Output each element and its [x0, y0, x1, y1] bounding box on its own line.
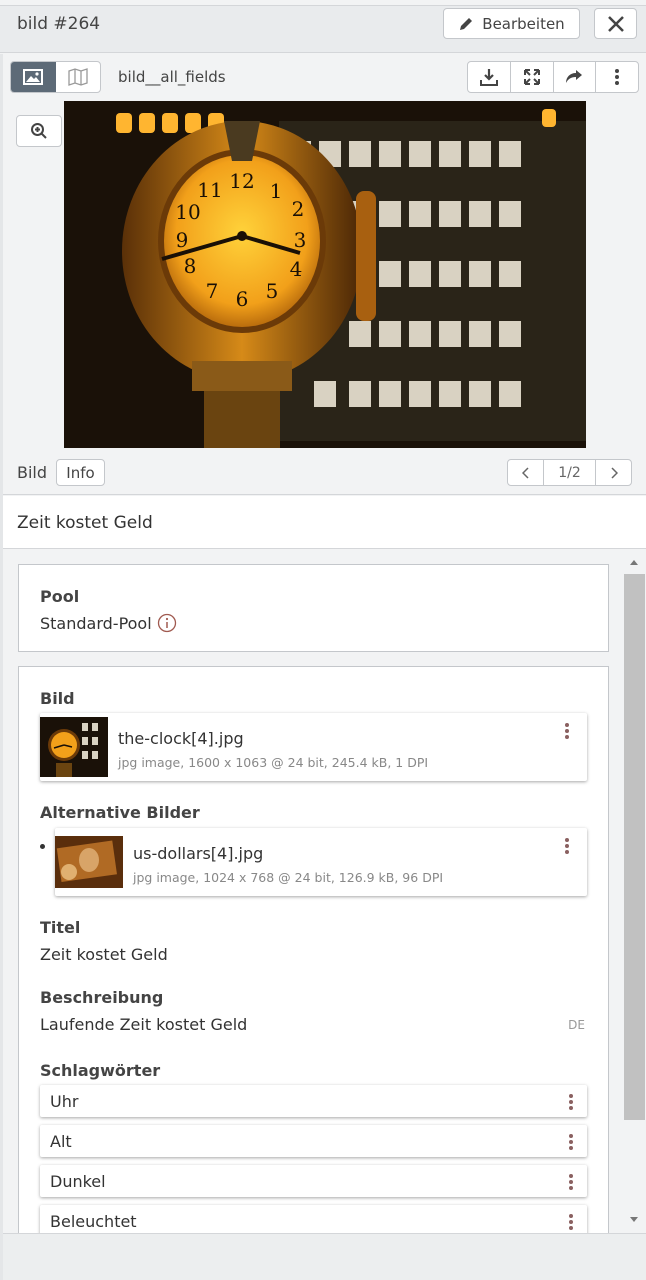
- map-view-tab[interactable]: [56, 62, 101, 92]
- map-icon: [68, 68, 88, 86]
- download-button[interactable]: [468, 62, 511, 92]
- expand-icon: [523, 69, 540, 85]
- view-switch: [10, 61, 101, 93]
- edit-button[interactable]: Bearbeiten: [443, 8, 580, 39]
- bild-file-meta: jpg image, 1600 x 1063 @ 24 bit, 245.4 k…: [118, 755, 429, 770]
- keyword-item[interactable]: Uhr: [40, 1085, 587, 1117]
- detail-content: Pool Standard-Pool Bild the-clock[4].jpg…: [3, 550, 623, 1233]
- alt-bild-file-meta: jpg image, 1024 x 768 @ 24 bit, 126.9 kB…: [133, 870, 444, 885]
- pool-value: Standard-Pool: [40, 613, 177, 633]
- svg-text:9: 9: [176, 228, 189, 252]
- alt-bilder-label: Alternative Bilder: [40, 803, 200, 822]
- svg-text:12: 12: [229, 169, 254, 193]
- titel-value: Zeit kostet Geld: [40, 945, 168, 964]
- record-title-row: Zeit kostet Geld: [3, 496, 646, 549]
- more-vertical-icon[interactable]: [569, 1134, 573, 1152]
- pool-label: Pool: [40, 587, 80, 606]
- more-menu-button[interactable]: [596, 62, 638, 92]
- fields-panel: Bild the-clock[4].jpg jpg image, 1600 x …: [18, 666, 609, 1233]
- image-icon: [23, 69, 44, 85]
- more-vertical-icon[interactable]: [569, 1214, 573, 1232]
- keyword-text: Uhr: [50, 1092, 79, 1111]
- bild-label: Bild: [40, 689, 75, 708]
- language-badge: DE: [568, 1018, 585, 1032]
- pencil-icon: [460, 17, 473, 30]
- info-button[interactable]: Info: [56, 459, 105, 486]
- keyword-text: Alt: [50, 1132, 72, 1151]
- svg-text:10: 10: [175, 200, 200, 224]
- pool-value-text: Standard-Pool: [40, 614, 152, 633]
- version-pager: 1/2: [507, 459, 632, 486]
- keyword-text: Dunkel: [50, 1172, 106, 1191]
- keyword-item[interactable]: Alt: [40, 1125, 587, 1157]
- svg-text:11: 11: [197, 178, 222, 202]
- chevron-right-icon: [610, 466, 618, 479]
- svg-text:6: 6: [236, 287, 249, 311]
- bild-thumbnail: [40, 717, 108, 777]
- list-bullet: [40, 844, 45, 849]
- svg-text:8: 8: [184, 254, 197, 278]
- toolbar: [0, 54, 646, 100]
- keyword-text: Beleuchtet: [50, 1212, 137, 1231]
- more-vertical-icon[interactable]: [569, 1094, 573, 1112]
- svg-text:1: 1: [270, 179, 283, 203]
- share-icon: [566, 70, 583, 83]
- prev-button[interactable]: [508, 460, 543, 485]
- clock-photo: 12 12 3 456789 1011: [64, 101, 586, 448]
- more-vertical-icon[interactable]: [565, 838, 569, 856]
- zoom-button[interactable]: [16, 115, 62, 147]
- svg-text:7: 7: [206, 279, 219, 303]
- record-title: Zeit kostet Geld: [17, 513, 153, 533]
- bild-file-card[interactable]: the-clock[4].jpg jpg image, 1600 x 1063 …: [40, 713, 587, 781]
- left-edge: [0, 54, 3, 1280]
- action-buttons: [467, 61, 639, 93]
- record-title-header: bild #264: [17, 14, 101, 34]
- scrollbar-thumb[interactable]: [624, 574, 645, 1120]
- scroll-down-icon[interactable]: [629, 1216, 639, 1224]
- chevron-left-icon: [521, 466, 529, 479]
- more-vertical-icon: [615, 69, 620, 85]
- close-button[interactable]: [594, 8, 637, 39]
- alt-bild-file-name: us-dollars[4].jpg: [133, 844, 264, 863]
- footer-bar: [3, 1233, 646, 1280]
- page-indicator: 1/2: [543, 460, 596, 485]
- svg-text:4: 4: [290, 257, 303, 281]
- preview-image[interactable]: 12 1 2 3 4 5 6 7 8 9 10 11: [64, 101, 586, 448]
- alt-bild-thumbnail: [55, 836, 123, 888]
- pool-panel: Pool Standard-Pool: [18, 564, 609, 652]
- svg-text:5: 5: [266, 279, 279, 303]
- alt-bild-file-card[interactable]: us-dollars[4].jpg jpg image, 1024 x 768 …: [55, 828, 587, 896]
- fullscreen-button[interactable]: [511, 62, 554, 92]
- share-button[interactable]: [554, 62, 597, 92]
- mask-name: bild__all_fields: [118, 68, 226, 86]
- beschreibung-label: Beschreibung: [40, 988, 164, 1007]
- download-icon: [479, 69, 498, 86]
- svg-text:3: 3: [294, 228, 307, 252]
- version-label: Bild: [17, 463, 48, 482]
- close-icon: [607, 15, 624, 32]
- schlagwoerter-label: Schlagwörter: [40, 1061, 161, 1080]
- zoom-in-icon: [31, 123, 47, 139]
- edit-button-label: Bearbeiten: [482, 14, 565, 33]
- titel-label: Titel: [40, 918, 81, 937]
- beschreibung-value: Laufende Zeit kostet Geld: [40, 1015, 248, 1034]
- keyword-item[interactable]: Beleuchtet: [40, 1205, 587, 1233]
- image-view-tab[interactable]: [11, 62, 56, 92]
- scroll-up-icon[interactable]: [629, 558, 639, 566]
- bild-file-name: the-clock[4].jpg: [118, 729, 244, 748]
- svg-text:2: 2: [292, 197, 305, 221]
- keyword-item[interactable]: Dunkel: [40, 1165, 587, 1197]
- next-button[interactable]: [596, 460, 631, 485]
- more-vertical-icon[interactable]: [569, 1174, 573, 1192]
- info-icon[interactable]: [157, 613, 177, 633]
- more-vertical-icon[interactable]: [565, 723, 569, 741]
